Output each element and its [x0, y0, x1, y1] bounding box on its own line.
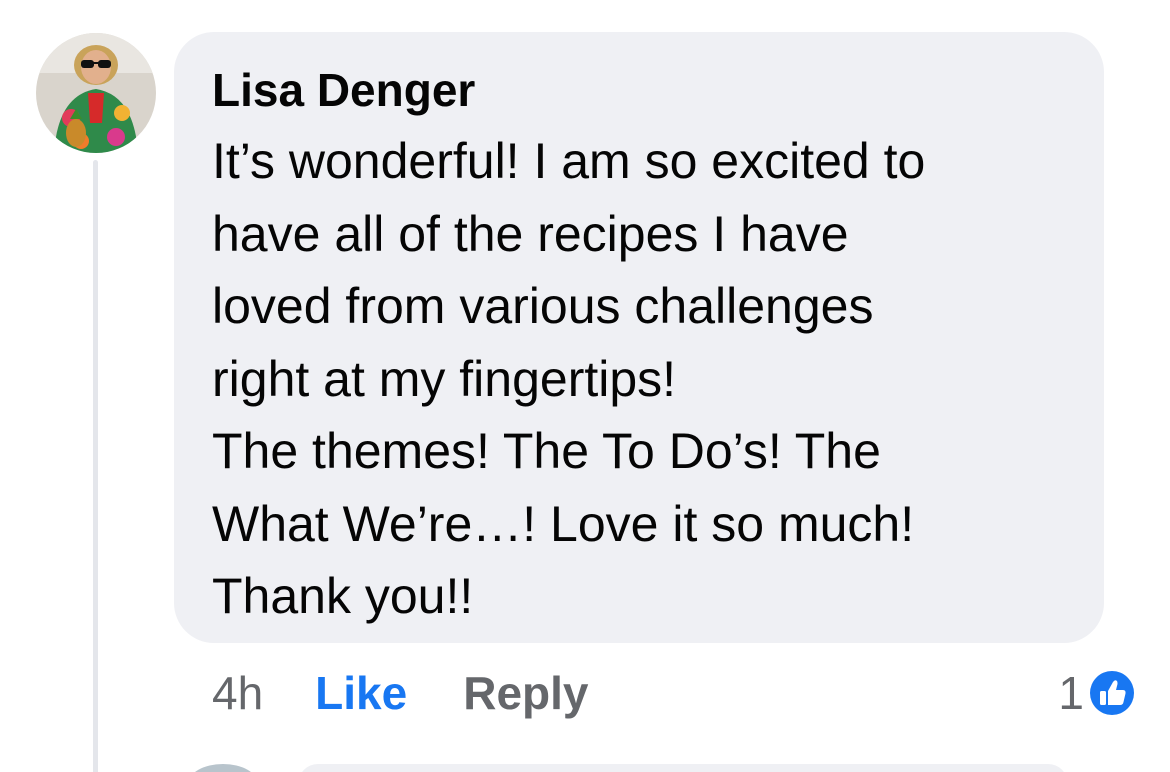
comment-text-line: loved from various challenges	[212, 278, 874, 334]
comment-text-line: have all of the recipes I have	[212, 205, 849, 262]
reply-button[interactable]: Reply	[463, 666, 588, 720]
reaction-count: 1	[1058, 667, 1084, 719]
comment-text-line: The themes! The To Do’s! The	[212, 423, 881, 479]
comment-timestamp[interactable]: 4h	[212, 666, 263, 720]
reaction-summary[interactable]: 1	[1058, 667, 1138, 719]
comment-text-line: Thank you!!	[212, 568, 474, 624]
like-button[interactable]: Like	[315, 666, 407, 720]
comment-author-name[interactable]: Lisa Denger	[212, 62, 475, 118]
comment-text-line: right at my fingertips!	[212, 350, 677, 407]
comment-text: It’s wonderful! I am so excited to have …	[212, 125, 1092, 633]
avatar-photo	[36, 33, 156, 153]
comment-text-line: It’s wonderful! I am so excited to	[212, 133, 926, 189]
next-comment-avatar[interactable]	[188, 764, 258, 772]
thread-connector-line	[93, 160, 98, 772]
comment-text-line: What We’re…! Love it so much!	[212, 495, 915, 552]
comment-thread: Lisa Denger It’s wonderful! I am so exci…	[0, 0, 1170, 772]
next-comment-bubble	[298, 764, 1068, 772]
avatar[interactable]	[36, 33, 156, 153]
comment-actions: 4h Like Reply	[212, 665, 588, 721]
like-thumbs-up-icon	[1087, 668, 1137, 718]
